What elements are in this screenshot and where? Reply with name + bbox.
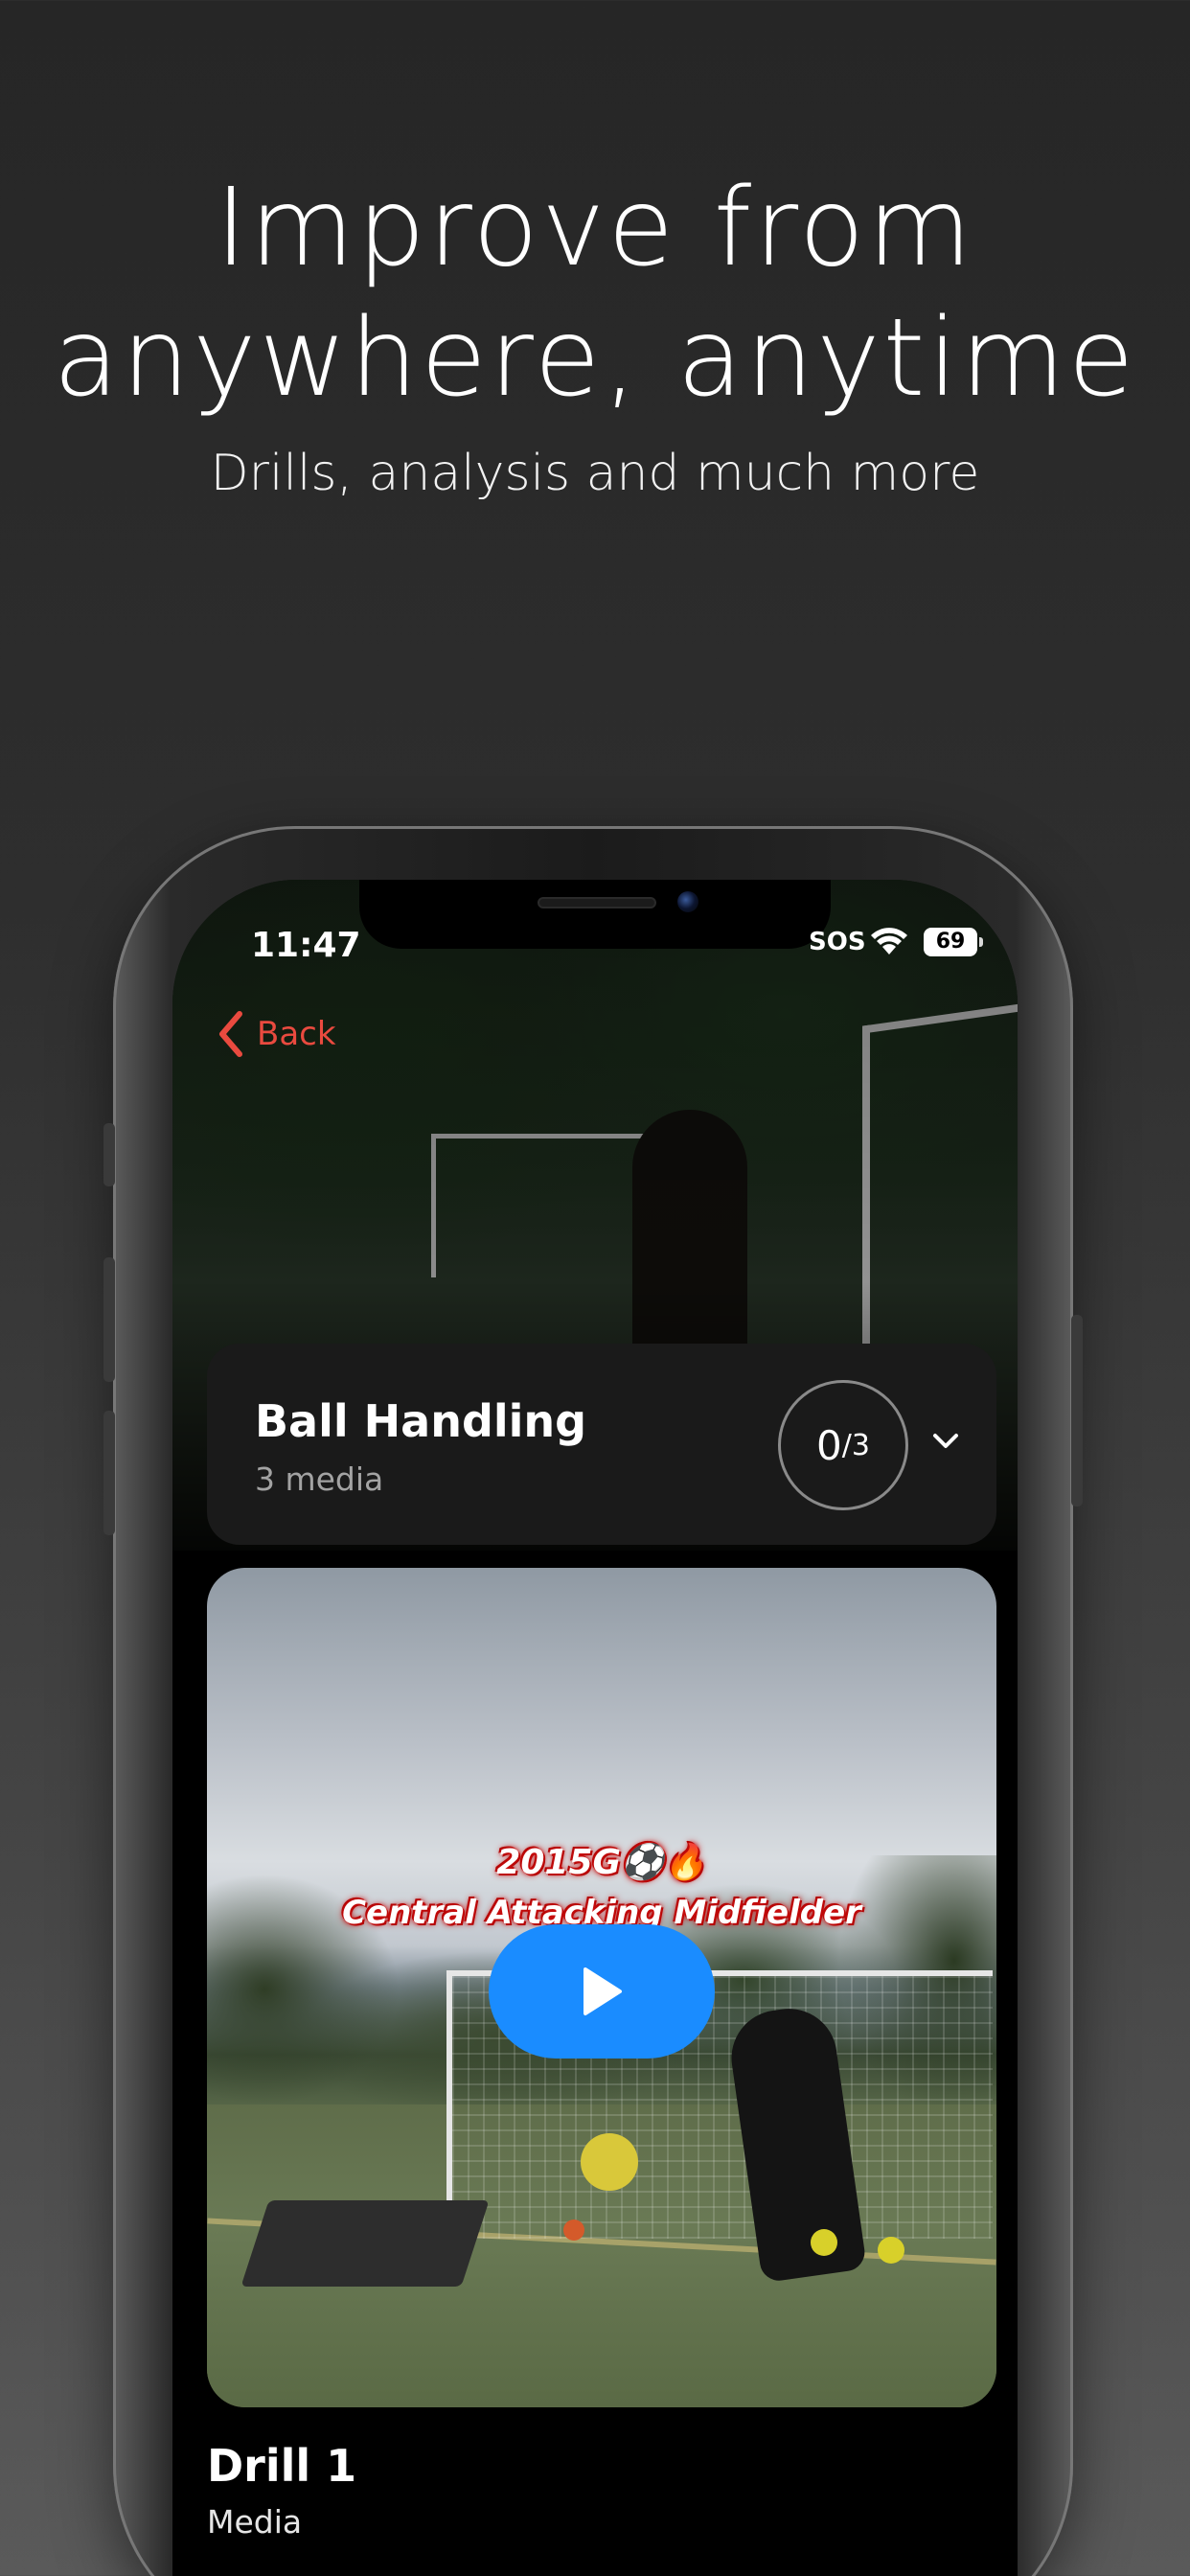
phone-volume-up	[103, 1257, 115, 1382]
marketing-header: Improve from anywhere, anytime Drills, a…	[0, 163, 1190, 502]
battery-icon: 69	[924, 928, 983, 956]
phone-volume-down	[103, 1411, 115, 1535]
progress-done: 0	[816, 1421, 842, 1469]
back-label: Back	[257, 1015, 336, 1053]
status-sos: SOS	[809, 928, 866, 956]
status-bar: 11:47 SOS 69	[172, 880, 1018, 985]
hero-subtitle: Drills, analysis and much more	[210, 445, 980, 502]
phone-power-button	[1071, 1315, 1083, 1506]
video-ball	[581, 2133, 638, 2191]
wifi-icon	[871, 928, 907, 954]
play-icon	[584, 1967, 622, 2015]
status-time: 11:47	[251, 926, 361, 965]
hero-title: Improve from anywhere, anytime	[0, 163, 1190, 424]
video-ball	[563, 2220, 584, 2241]
drill-title: Drill 1	[207, 2440, 357, 2492]
back-button[interactable]: Back	[217, 1010, 336, 1058]
phone-mute-switch	[103, 1123, 115, 1186]
hero-title-line2: anywhere, anytime	[53, 296, 1137, 421]
video-rebounder	[240, 2200, 490, 2287]
video-ball	[811, 2229, 837, 2256]
chevron-down-icon[interactable]	[931, 1432, 960, 1451]
chevron-left-icon	[219, 1011, 242, 1057]
progress-total: /3	[841, 1428, 870, 1462]
collection-media-count: 3 media	[255, 1460, 384, 1498]
play-button[interactable]	[489, 1924, 715, 2058]
video-ball	[878, 2237, 904, 2264]
drill-video-thumbnail[interactable]: 2015G⚽🔥 Central Attacking Midfielder	[207, 1568, 996, 2407]
video-overlay-line1: 2015G⚽🔥	[496, 1843, 707, 1882]
progress-ring: 0/3	[778, 1380, 908, 1510]
collection-header-card[interactable]: Ball Handling 3 media 0/3	[207, 1344, 996, 1545]
collection-title: Ball Handling	[255, 1395, 587, 1447]
hero-title-line1: Improve from	[215, 166, 975, 290]
drill-subtitle: Media	[207, 2503, 303, 2541]
phone-screen: 11:47 SOS 69 Back Ball Handling 3 media …	[172, 880, 1018, 2576]
